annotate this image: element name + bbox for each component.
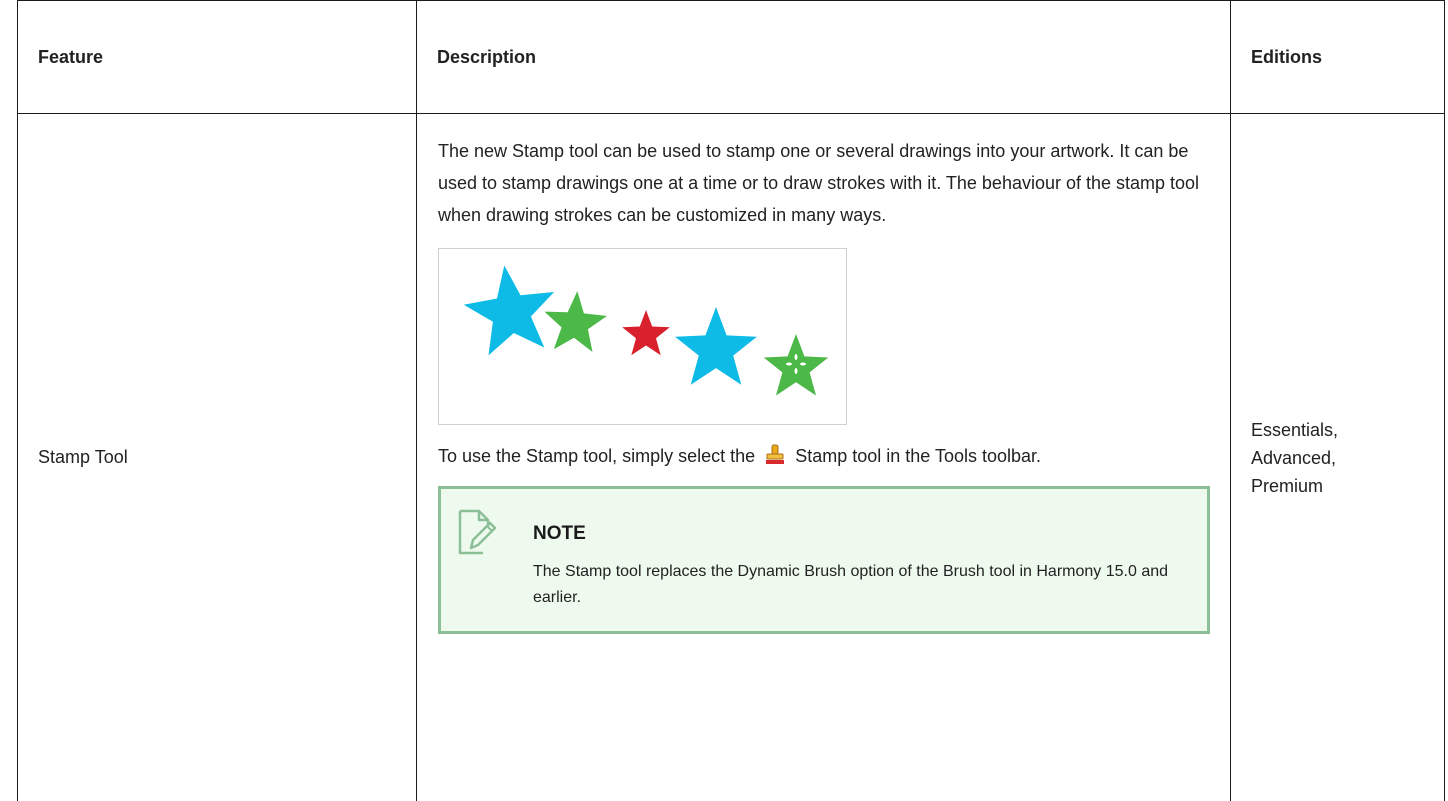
edition-essentials: Essentials, [1251, 419, 1339, 440]
table-row: Stamp Tool The new Stamp tool can be use… [17, 113, 1445, 801]
star-blue-2 [675, 307, 757, 385]
star-green-1 [544, 291, 607, 352]
stars-illustration [463, 265, 829, 396]
description-cell: The new Stamp tool can be used to stamp … [416, 113, 1231, 801]
edition-premium: Premium [1251, 475, 1324, 496]
feature-cell: Stamp Tool [17, 113, 417, 801]
star-blue-1 [463, 265, 555, 356]
editions-list: Essentials, Advanced, Premium [1251, 416, 1424, 500]
feature-table: Feature Description Editions Stamp Tool … [17, 0, 1445, 801]
usage-paragraph: To use the Stamp tool, simply select the… [438, 441, 1210, 471]
description-paragraph: The new Stamp tool can be used to stamp … [438, 141, 1200, 225]
star-red [622, 310, 670, 356]
usage-text-before: To use the Stamp tool, simply select the [438, 446, 756, 466]
edition-advanced: Advanced, [1251, 447, 1337, 468]
stamp-stars-image [438, 248, 847, 425]
note-title: NOTE [533, 523, 586, 544]
stamp-tool-icon [764, 444, 786, 466]
note-body: The Stamp tool replaces the Dynamic Brus… [533, 563, 1169, 606]
usage-text-after: Stamp tool in the Tools toolbar. [795, 446, 1042, 466]
header-feature: Feature [17, 0, 417, 114]
header-row: Feature Description Editions [17, 0, 1445, 114]
star-green-2 [763, 334, 829, 396]
header-editions: Editions [1230, 0, 1445, 114]
header-description: Description [416, 0, 1231, 114]
note-box: NOTE The Stamp tool replaces the Dynamic… [438, 486, 1210, 634]
editions-cell: Essentials, Advanced, Premium [1230, 113, 1445, 801]
note-pencil-icon [457, 508, 497, 556]
